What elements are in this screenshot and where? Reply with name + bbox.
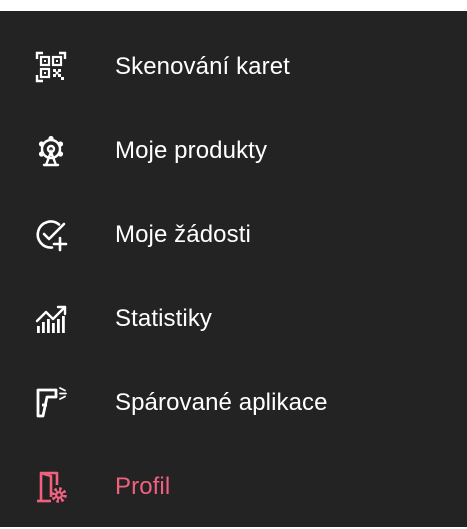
menu-item-label: Statistiky [115,305,213,332]
menu-item-profile[interactable]: Profil [0,445,467,529]
menu-item-paired-apps[interactable]: Spárované aplikace [0,361,467,445]
menu-item-label: Moje produkty [115,137,268,164]
menu-item-my-products[interactable]: Moje produkty [0,109,467,193]
chart-icon [34,302,68,336]
menu-item-label: Moje žádosti [115,221,251,248]
menu-item-label: Profil [115,473,171,500]
check-plus-icon [34,218,68,252]
door-gear-icon [34,470,68,504]
menu-item-my-requests[interactable]: Moje žádosti [0,193,467,277]
ferris-wheel-icon [34,134,68,168]
qr-scan-icon [34,50,68,84]
menu-item-statistics[interactable]: Statistiky [0,277,467,361]
side-menu: Skenování karet Moje produkty Moje žádos… [0,11,467,527]
menu-item-card-scanning[interactable]: Skenování karet [0,25,467,109]
menu-item-label: Skenování karet [115,53,290,80]
barcode-scanner-icon [34,386,68,420]
menu-item-label: Spárované aplikace [115,389,328,416]
